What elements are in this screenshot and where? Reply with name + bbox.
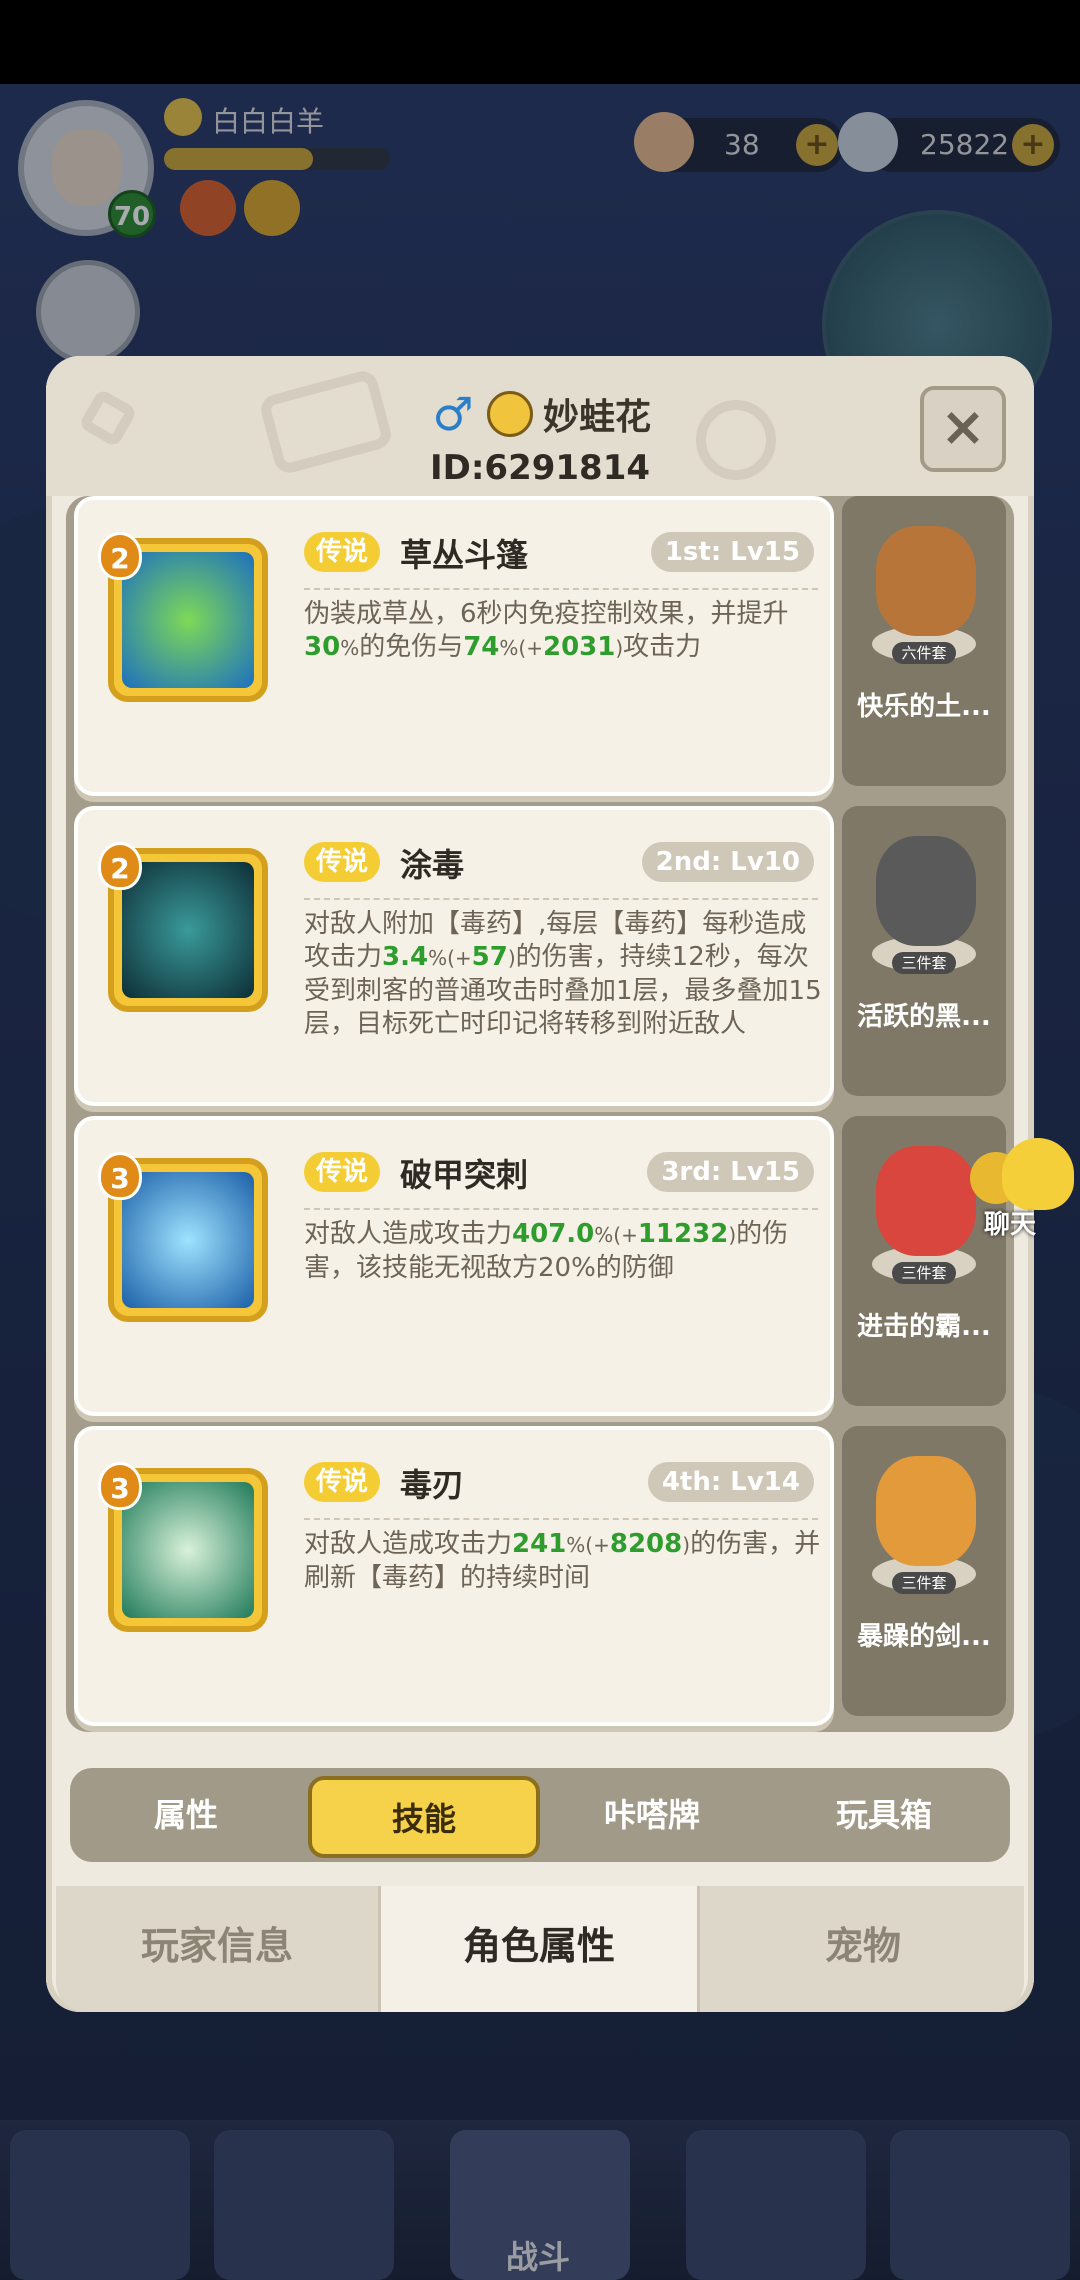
skill-number-badge: 3 <box>98 1462 142 1510</box>
main-tab-bar: 玩家信息 角色属性 宠物 <box>56 1886 1024 2012</box>
skill-card[interactable]: 3 传说 毒刃 4th: Lv14 对敌人造成攻击力241%(+8208)的伤害… <box>74 1426 834 1726</box>
skill-description: 对敌人造成攻击力407.0%(+11232)的伤害，该技能无视敌方20%的防御 <box>304 1219 789 1283</box>
set-name: 进击的霸... <box>857 1312 991 1342</box>
set-item[interactable]: 三件套 暴躁的剑... <box>842 1426 1006 1716</box>
chat-icon <box>1002 1138 1074 1210</box>
skill-name: 毒刃 <box>400 1466 465 1504</box>
set-tag: 三件套 <box>892 952 956 974</box>
skill-card[interactable]: 3 传说 破甲突刺 3rd: Lv15 对敌人造成攻击力407.0%(+1123… <box>74 1116 834 1416</box>
set-figure-icon <box>876 1456 976 1566</box>
set-figure-icon <box>876 836 976 946</box>
set-name: 快乐的土... <box>857 692 991 722</box>
tab-player-info[interactable]: 玩家信息 <box>56 1886 378 2012</box>
profile-face-icon <box>486 391 533 437</box>
tab-character-attributes[interactable]: 角色属性 <box>378 1886 700 2012</box>
skill-number-badge: 2 <box>98 842 142 890</box>
character-info-panel: ♂ 妙蛙花 ID:6291814 × 2 传说 草丛斗篷 1st: Lv15 伪… <box>46 356 1034 2012</box>
skill-description: 对敌人附加【毒药】,每层【毒药】每秒造成攻击力3.4%(+57)的伤害，持续12… <box>304 909 822 1039</box>
set-name: 活跃的黑... <box>857 1002 991 1032</box>
male-icon: ♂ <box>432 387 474 441</box>
panel-header: ♂ 妙蛙花 ID:6291814 <box>46 386 1034 488</box>
panel-user-id: ID:6291814 <box>429 448 651 488</box>
skill-name: 涂毒 <box>400 846 465 884</box>
chat-button[interactable]: 聊天 <box>968 1132 1078 1242</box>
skill-level: 1st: Lv15 <box>650 532 814 572</box>
skill-number-badge: 2 <box>98 532 142 580</box>
status-bar <box>0 0 1080 84</box>
tab-toybox[interactable]: 玩具箱 <box>768 1768 1000 1862</box>
sub-tab-bar: 属性 技能 咔嗒牌 玩具箱 <box>70 1768 1010 1862</box>
rarity-badge: 传说 <box>304 1462 381 1502</box>
tab-cards[interactable]: 咔嗒牌 <box>536 1768 768 1862</box>
set-figure-icon <box>876 1146 976 1256</box>
skill-level: 2nd: Lv10 <box>641 842 814 882</box>
tab-pets[interactable]: 宠物 <box>702 1886 1024 2012</box>
skill-level: 4th: Lv14 <box>647 1462 814 1502</box>
tab-skills[interactable]: 技能 <box>308 1776 540 1858</box>
set-tag: 三件套 <box>892 1262 956 1284</box>
skill-description: 对敌人造成攻击力241%(+8208)的伤害，并刷新【毒药】的持续时间 <box>304 1529 821 1593</box>
set-figure-icon <box>876 526 976 636</box>
skill-description: 伪装成草丛，6秒内免疫控制效果，并提升30%的免伤与74%(+2031)攻击力 <box>304 599 789 662</box>
set-name: 暴躁的剑... <box>857 1622 991 1652</box>
set-tag: 三件套 <box>892 1572 956 1594</box>
rarity-badge: 传说 <box>304 532 381 572</box>
rarity-badge: 传说 <box>304 1152 381 1192</box>
skill-card[interactable]: 2 传说 涂毒 2nd: Lv10 对敌人附加【毒药】,每层【毒药】每秒造成攻击… <box>74 806 834 1106</box>
chat-label: 聊天 <box>984 1210 1037 1240</box>
rarity-badge: 传说 <box>304 842 381 882</box>
skill-name: 草丛斗篷 <box>400 536 529 574</box>
skill-number-badge: 3 <box>98 1152 142 1200</box>
skill-card[interactable]: 2 传说 草丛斗篷 1st: Lv15 伪装成草丛，6秒内免疫控制效果，并提升3… <box>74 496 834 796</box>
tab-attributes[interactable]: 属性 <box>70 1768 302 1862</box>
panel-username: 妙蛙花 <box>542 397 651 438</box>
skill-list[interactable]: 2 传说 草丛斗篷 1st: Lv15 伪装成草丛，6秒内免疫控制效果，并提升3… <box>66 496 1014 1732</box>
close-button[interactable]: × <box>920 386 1006 472</box>
set-tag: 六件套 <box>892 642 956 664</box>
skill-name: 破甲突刺 <box>400 1156 529 1194</box>
set-item[interactable]: 六件套 快乐的土... <box>842 496 1006 786</box>
skill-level: 3rd: Lv15 <box>647 1152 814 1192</box>
set-item[interactable]: 三件套 活跃的黑... <box>842 806 1006 1096</box>
